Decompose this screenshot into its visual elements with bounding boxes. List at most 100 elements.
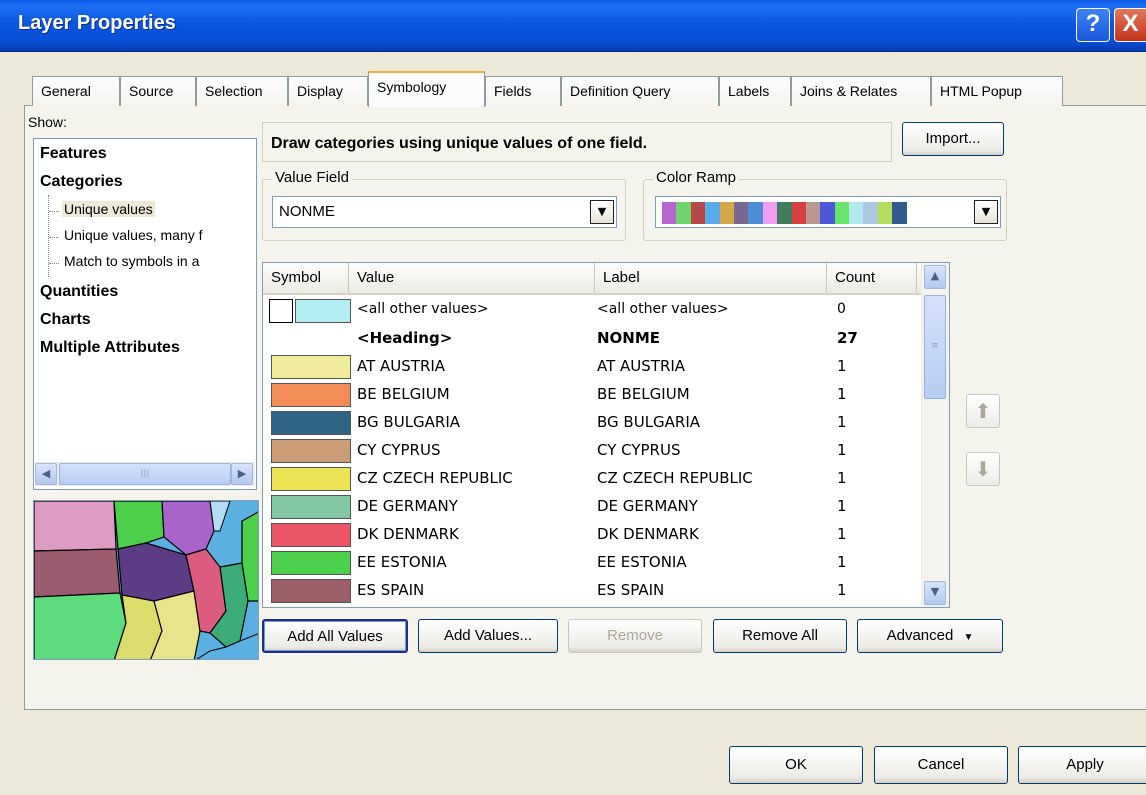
table-row[interactable]: DK DENMARK DK DENMARK 1	[263, 521, 919, 548]
move-up-icon[interactable]: ⬆	[966, 394, 1000, 428]
table-row[interactable]: BG BULGARIA BG BULGARIA 1	[263, 409, 919, 436]
window-title: Layer Properties	[18, 12, 176, 34]
cell-value: CY CYPRUS	[357, 441, 441, 459]
scroll-thumb[interactable]: |||	[59, 463, 231, 485]
scroll-right-icon[interactable]: ▶	[231, 463, 253, 485]
move-down-icon[interactable]: ⬇	[966, 452, 1000, 486]
col-label[interactable]: Label	[595, 263, 827, 293]
tree-item-multiple-attributes[interactable]: Multiple Attributes	[40, 339, 180, 357]
tree-item-match-symbols[interactable]: Match to symbols in a	[64, 253, 199, 269]
cell-count: 1	[837, 385, 847, 403]
table-row[interactable]: <all other values> <all other values> 0	[263, 297, 919, 324]
tree-item-quantities[interactable]: Quantities	[40, 283, 118, 301]
symbol-swatch[interactable]	[271, 383, 351, 407]
table-header: Symbol Value Label Count	[263, 263, 923, 295]
scroll-thumb[interactable]: ≡	[924, 295, 946, 399]
table-row[interactable]: ES SPAIN ES SPAIN 1	[263, 577, 919, 604]
symbol-swatch[interactable]	[271, 579, 351, 603]
tree-item-charts[interactable]: Charts	[40, 311, 91, 329]
tab-selection[interactable]: Selection	[196, 76, 288, 106]
table-vscrollbar[interactable]: ▲ ≡ ▼	[921, 263, 949, 607]
close-button[interactable]: X	[1114, 8, 1146, 42]
import-button[interactable]: Import...	[902, 122, 1004, 156]
advanced-button[interactable]: Advanced ▼	[857, 619, 1003, 653]
ramp-swatch	[690, 202, 706, 224]
cell-label: CZ CZECH REPUBLIC	[597, 469, 753, 487]
ramp-swatch	[820, 202, 835, 224]
cell-count: 1	[837, 497, 847, 515]
help-button[interactable]: ?	[1076, 8, 1110, 42]
cell-label: EE ESTONIA	[597, 553, 687, 571]
color-ramp-swatches	[662, 202, 907, 224]
remove-all-button[interactable]: Remove All	[713, 619, 847, 653]
chevron-down-icon[interactable]: ▼	[974, 200, 998, 224]
cell-count: 1	[837, 525, 847, 543]
table-row[interactable]: CZ CZECH REPUBLIC CZ CZECH REPUBLIC 1	[263, 465, 919, 492]
tab-joins-relates[interactable]: Joins & Relates	[791, 76, 931, 106]
tree-item-categories[interactable]: Categories	[40, 173, 123, 191]
col-symbol[interactable]: Symbol	[263, 263, 349, 293]
cell-label: DK DENMARK	[597, 525, 699, 543]
symbol-swatch[interactable]	[271, 523, 351, 547]
tab-labels[interactable]: Labels	[719, 76, 791, 106]
ramp-swatch	[777, 202, 792, 224]
color-ramp-select[interactable]: ▼	[655, 196, 1001, 228]
col-value[interactable]: Value	[349, 263, 595, 293]
scroll-up-icon[interactable]: ▲	[924, 265, 946, 289]
tree-item-unique-values-many[interactable]: Unique values, many f	[64, 227, 203, 243]
tree-hscrollbar[interactable]: ◀ ||| ▶	[35, 462, 255, 486]
symbol-swatch[interactable]	[271, 411, 351, 435]
title-bar[interactable]: Layer Properties ? X	[0, 0, 1146, 52]
remove-button[interactable]: Remove	[568, 619, 702, 653]
apply-button[interactable]: Apply	[1018, 746, 1146, 784]
symbol-swatch[interactable]	[271, 467, 351, 491]
ramp-swatch	[733, 202, 749, 224]
col-count[interactable]: Count	[827, 263, 917, 293]
ok-button[interactable]: OK	[729, 746, 863, 784]
tab-display[interactable]: Display	[288, 76, 368, 106]
description-box: Draw categories using unique values of o…	[262, 122, 892, 162]
cell-label: NONME	[597, 329, 661, 347]
advanced-label: Advanced	[886, 627, 954, 644]
tab-source[interactable]: Source	[120, 76, 196, 106]
tab-symbology[interactable]: Symbology	[368, 71, 485, 107]
symbol-swatch[interactable]	[269, 299, 293, 323]
tree-item-features[interactable]: Features	[40, 145, 107, 163]
ramp-swatch	[834, 202, 850, 224]
table-row[interactable]: CY CYPRUS CY CYPRUS 1	[263, 437, 919, 464]
chevron-down-icon[interactable]: ▼	[590, 200, 614, 224]
table-row[interactable]: AT AUSTRIA AT AUSTRIA 1	[263, 353, 919, 380]
scroll-left-icon[interactable]: ◀	[35, 463, 57, 485]
symbol-swatch[interactable]	[271, 551, 351, 575]
value-field-select[interactable]: NONME ▼	[272, 196, 617, 228]
add-all-values-button[interactable]: Add All Values	[262, 619, 408, 653]
table-row[interactable]: DE GERMANY DE GERMANY 1	[263, 493, 919, 520]
tab-html-popup[interactable]: HTML Popup	[931, 76, 1063, 106]
ramp-swatch	[719, 202, 734, 224]
scroll-down-icon[interactable]: ▼	[924, 581, 946, 605]
cell-count: 27	[837, 329, 858, 347]
cell-count: 1	[837, 553, 847, 571]
values-table[interactable]: Symbol Value Label Count <all other valu…	[262, 262, 950, 608]
symbol-swatch[interactable]	[295, 299, 351, 323]
map-preview-image	[33, 500, 259, 660]
table-row[interactable]: EE ESTONIA EE ESTONIA 1	[263, 549, 919, 576]
symbol-swatch[interactable]	[271, 439, 351, 463]
tab-fields[interactable]: Fields	[485, 76, 561, 106]
cell-label: CY CYPRUS	[597, 441, 681, 459]
add-values-button[interactable]: Add Values...	[418, 619, 558, 653]
tab-definition-query[interactable]: Definition Query	[561, 76, 719, 106]
description-text: Draw categories using unique values of o…	[271, 135, 648, 152]
value-field-label: Value Field	[272, 169, 352, 186]
cell-value: BE BELGIUM	[357, 385, 450, 403]
show-tree[interactable]: Features Categories Unique values Unique…	[33, 138, 257, 490]
tree-item-unique-values[interactable]: Unique values	[62, 201, 155, 217]
symbol-swatch[interactable]	[271, 495, 351, 519]
table-row[interactable]: <Heading> NONME 27	[263, 325, 919, 352]
cancel-button[interactable]: Cancel	[874, 746, 1008, 784]
cell-value: <all other values>	[357, 301, 489, 317]
symbol-swatch[interactable]	[271, 355, 351, 379]
table-row[interactable]: BE BELGIUM BE BELGIUM 1	[263, 381, 919, 408]
tab-general[interactable]: General	[32, 76, 120, 106]
ramp-swatch	[791, 202, 806, 224]
